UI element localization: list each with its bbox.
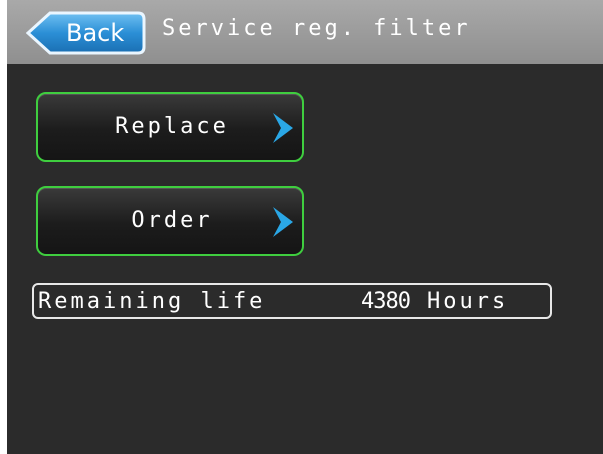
back-button[interactable]: Back <box>26 11 146 55</box>
chevron-right-icon <box>273 207 293 237</box>
remaining-life-unit: Hours <box>427 289 509 314</box>
back-button-label: Back <box>66 19 125 47</box>
replace-button[interactable]: Replace <box>36 92 304 162</box>
page-title: Service reg. filter <box>162 16 471 41</box>
order-button-label: Order <box>131 208 213 233</box>
header-bar: Back Service reg. filter <box>7 0 603 64</box>
remaining-life-value: 4380 <box>361 289 411 314</box>
order-button[interactable]: Order <box>36 186 304 256</box>
replace-button-label: Replace <box>115 114 229 139</box>
remaining-life-panel: Remaining life 4380 Hours <box>32 283 552 319</box>
screen: Back Service reg. filter Replace Order R… <box>7 0 603 454</box>
chevron-right-icon <box>273 113 293 143</box>
remaining-life-label: Remaining life <box>38 289 266 314</box>
